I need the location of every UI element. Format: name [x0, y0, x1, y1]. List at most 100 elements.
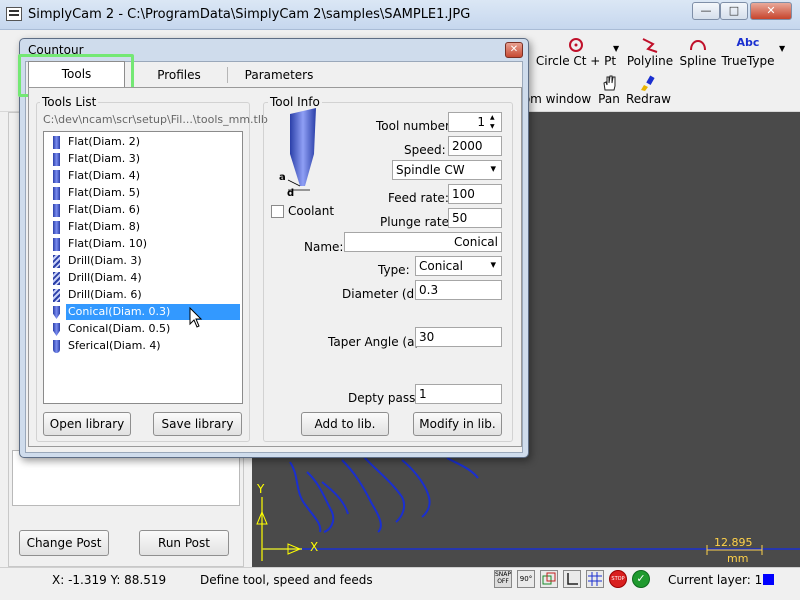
conical-tool-diagram [287, 108, 316, 191]
y-axis-label: Y [257, 482, 265, 496]
scale-unit: mm [727, 552, 749, 565]
circle-icon [569, 38, 583, 52]
flat-tool-icon [53, 170, 60, 183]
cursor-coordinates: X: -1.319 Y: 88.519 [52, 573, 167, 587]
tool-list-item[interactable]: Drill(Diam. 3) [44, 253, 240, 270]
dialog-close-button[interactable]: ✕ [505, 42, 523, 58]
circle-dropdown-icon[interactable]: ▼ [613, 44, 619, 53]
coolant-label: Coolant [288, 204, 335, 218]
tool-list-item[interactable]: Drill(Diam. 6) [44, 287, 240, 304]
depth-pass-label: Depty pass: [348, 391, 420, 405]
brush-icon [641, 75, 655, 91]
tool-list-item-label: Drill(Diam. 3) [68, 254, 142, 267]
spline-icon [690, 40, 706, 51]
tool-type-select[interactable]: Conical [415, 256, 502, 276]
circle-center-point-tool[interactable]: Circle Ct + Pt [535, 36, 617, 68]
diagram-angle-label: a [279, 172, 286, 183]
save-library-button[interactable]: Save library [153, 412, 242, 436]
zoom-window-tool[interactable]: om window [522, 74, 592, 106]
feed-rate-label: Feed rate: [388, 191, 449, 205]
tool-list-item[interactable]: Conical(Diam. 0.5) [44, 321, 240, 338]
maximize-button[interactable]: □ [720, 2, 748, 20]
spline-tool[interactable]: Spline [678, 36, 718, 68]
tool-list-item[interactable]: Flat(Diam. 5) [44, 185, 240, 202]
tool-list-item[interactable]: Flat(Diam. 4) [44, 168, 240, 185]
grid-snap-icon[interactable] [540, 570, 558, 588]
speed-label: Speed: [404, 143, 446, 157]
polyline-icon [642, 38, 658, 53]
drill-tool-icon [53, 255, 60, 268]
stepper-arrows-icon[interactable]: ▲ ▼ [490, 113, 495, 131]
hand-icon [603, 75, 616, 91]
x-axis-label: X [310, 540, 319, 554]
tool-name-field[interactable]: Conical [344, 232, 502, 252]
angle-snap-icon[interactable]: 90° [517, 570, 535, 588]
layer-color-swatch[interactable] [763, 574, 774, 585]
plunge-rate-label: Plunge rate: [380, 215, 454, 229]
tool-list-item[interactable]: Drill(Diam. 4) [44, 270, 240, 287]
tool-list-item-label: Drill(Diam. 6) [68, 288, 142, 301]
flat-tool-icon [53, 136, 60, 149]
grid-icon[interactable] [586, 570, 604, 588]
sferical-tool-icon [53, 340, 60, 353]
tool-list-item-label: Flat(Diam. 5) [68, 186, 140, 199]
type-label: Type: [378, 263, 410, 277]
scale-value: 12.895 [714, 536, 753, 549]
spindle-direction-select[interactable]: Spindle CW [392, 160, 502, 180]
tab-parameters[interactable]: Parameters [233, 63, 325, 89]
tool-list-item[interactable]: Flat(Diam. 2) [44, 134, 240, 151]
tab-profiles[interactable]: Profiles [138, 63, 220, 89]
plunge-rate-field[interactable]: 50 [448, 208, 502, 228]
speed-field[interactable]: 2000 [448, 136, 502, 156]
tool-list-item[interactable]: Flat(Diam. 8) [44, 219, 240, 236]
tool-list-item[interactable]: Flat(Diam. 3) [44, 151, 240, 168]
diagram-diameter-label: d [287, 188, 295, 199]
window-close-button[interactable]: ✕ [750, 2, 792, 20]
stop-icon[interactable]: STOP [609, 570, 627, 588]
snap-off-icon[interactable]: SNAP OFF [494, 570, 512, 588]
ortho-icon[interactable] [563, 570, 581, 588]
tool-list-item[interactable]: Conical(Diam. 0.3) [44, 304, 240, 321]
diameter-field[interactable]: 0.3 [415, 280, 502, 300]
open-library-button[interactable]: Open library [43, 412, 131, 436]
add-to-library-button[interactable]: Add to lib. [301, 412, 389, 436]
mouse-cursor-icon [189, 307, 203, 328]
flat-tool-icon [53, 204, 60, 217]
truetype-tool[interactable]: Abc TrueType [720, 36, 776, 68]
minimize-button[interactable]: — [692, 2, 720, 20]
tools-list-label: Tools List [40, 95, 99, 109]
tool-list-item-label: Flat(Diam. 10) [68, 237, 147, 250]
library-path: C:\dev\ncam\scr\setup\Fil...\tools_mm.tl… [43, 113, 268, 126]
tools-list[interactable]: Flat(Diam. 2) Flat(Diam. 3) Flat(Diam. 4) F… [43, 131, 243, 404]
tool-list-item-label: Flat(Diam. 2) [68, 135, 140, 148]
tool-list-item[interactable]: Flat(Diam. 6) [44, 202, 240, 219]
ok-check-icon[interactable]: ✓ [632, 570, 650, 588]
truetype-icon: Abc [736, 36, 760, 49]
flat-tool-icon [53, 238, 60, 251]
tool-list-item[interactable]: Sferical(Diam. 4) [44, 338, 240, 355]
polyline-tool[interactable]: Polyline [626, 36, 674, 68]
tool-list-item-label: Sferical(Diam. 4) [68, 339, 161, 352]
depth-pass-field[interactable]: 1 [415, 384, 502, 404]
tab-separator [227, 67, 228, 83]
coolant-checkbox[interactable] [271, 205, 284, 218]
conical-tool-icon [53, 323, 60, 336]
flat-tool-icon [53, 221, 60, 234]
tool-list-item[interactable]: Flat(Diam. 10) [44, 236, 240, 253]
tool-list-item-label: Drill(Diam. 4) [68, 271, 142, 284]
pan-tool[interactable]: Pan [594, 74, 624, 106]
flat-tool-icon [53, 153, 60, 166]
redraw-tool[interactable]: Redraw [626, 74, 671, 106]
tool-list-item-label: Conical(Diam. 0.3) [66, 304, 240, 320]
drill-tool-icon [53, 272, 60, 285]
truetype-dropdown-icon[interactable]: ▼ [779, 44, 785, 53]
change-post-button[interactable]: Change Post [19, 530, 109, 556]
tool-list-item-label: Flat(Diam. 4) [68, 169, 140, 182]
taper-angle-field[interactable]: 30 [415, 327, 502, 347]
tool-list-item-label: Flat(Diam. 6) [68, 203, 140, 216]
diameter-label: Diameter (d): [342, 287, 423, 301]
modify-in-library-button[interactable]: Modify in lib. [413, 412, 502, 436]
window-title: SimplyCam 2 - C:\ProgramData\SimplyCam 2… [28, 7, 471, 22]
feed-rate-field[interactable]: 100 [448, 184, 502, 204]
run-post-button[interactable]: Run Post [139, 530, 229, 556]
